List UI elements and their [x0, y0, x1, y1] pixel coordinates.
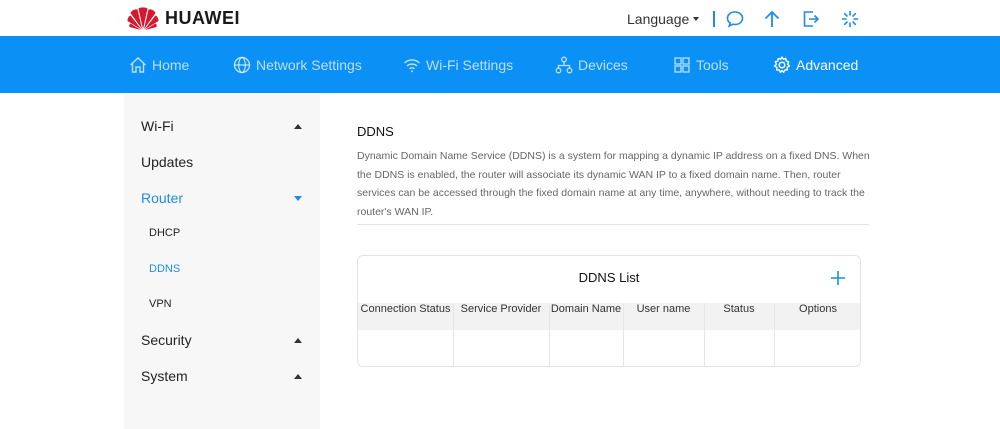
nav-tools-label: Tools: [696, 56, 729, 73]
add-ddns-button[interactable]: [830, 270, 846, 286]
chevron-up-icon[interactable]: [294, 124, 302, 129]
brand-name: HUAWEI: [165, 7, 240, 28]
loading-spinner-icon[interactable]: [840, 9, 860, 29]
column-options: Options: [799, 303, 837, 315]
sidebar-item-updates[interactable]: Updates: [141, 154, 193, 170]
top-bar: HUAWEI Language: [0, 0, 1000, 36]
column-divider: [453, 303, 454, 366]
sidebar-item-wifi[interactable]: Wi-Fi: [141, 118, 174, 134]
huawei-logo-icon: [127, 7, 159, 30]
gear-icon: [773, 55, 791, 73]
nav-wifi-settings-label: Wi-Fi Settings: [426, 56, 514, 73]
divider: [357, 224, 869, 225]
chevron-down-icon: [693, 17, 700, 21]
sidebar-item-security[interactable]: Security: [141, 332, 192, 348]
nav-advanced[interactable]: Advanced: [772, 36, 858, 93]
nav-tools[interactable]: Tools: [672, 36, 729, 93]
sidebar-subitem-dhcp[interactable]: DHCP: [149, 227, 180, 239]
column-divider: [549, 303, 550, 366]
language-label: Language: [627, 11, 690, 27]
nav-network-settings-label: Network Settings: [256, 56, 362, 73]
table-header: Connection Status Service Provider Domai…: [358, 303, 860, 330]
column-service-provider: Service Provider: [460, 303, 542, 315]
header-divider: [713, 11, 715, 27]
chevron-up-icon[interactable]: [294, 374, 302, 379]
column-status: Status: [723, 303, 755, 315]
sidebar-subitem-ddns[interactable]: DDNS: [149, 263, 180, 275]
sidebar-item-system[interactable]: System: [141, 368, 188, 384]
page-title: DDNS: [357, 124, 394, 139]
globe-icon: [233, 56, 251, 73]
tools-icon: [674, 56, 690, 73]
page-description: Dynamic Domain Name Service (DDNS) is a …: [357, 150, 870, 218]
column-user-name: User name: [636, 303, 691, 315]
sidebar: Wi-Fi Updates Router DHCP DDNS VPN Secur…: [124, 93, 320, 429]
nav-devices-label: Devices: [578, 56, 628, 73]
main-nav: Home Network Settings Wi-Fi Settings Dev…: [0, 36, 1000, 93]
sidebar-subitem-vpn[interactable]: VPN: [149, 298, 172, 310]
chat-bubble-icon[interactable]: [725, 9, 745, 29]
nav-home[interactable]: Home: [128, 36, 189, 93]
nav-network-settings[interactable]: Network Settings: [232, 36, 362, 93]
column-connection-status: Connection Status: [360, 303, 451, 315]
wifi-icon: [404, 58, 420, 72]
language-dropdown[interactable]: Language: [627, 11, 700, 27]
table-body-empty: [358, 330, 860, 366]
ddns-list-title: DDNS List: [578, 270, 640, 285]
chevron-up-icon[interactable]: [294, 338, 302, 343]
ddns-list-card: DDNS List Connection Status Service Prov…: [357, 255, 861, 367]
column-divider: [623, 303, 624, 366]
home-icon: [130, 56, 146, 73]
sidebar-item-router[interactable]: Router: [141, 190, 183, 206]
brand-logo[interactable]: HUAWEI: [127, 5, 240, 31]
logout-icon[interactable]: [801, 9, 821, 29]
column-divider: [704, 303, 705, 366]
nav-home-label: Home: [152, 56, 190, 73]
column-domain-name: Domain Name: [550, 303, 622, 315]
nav-advanced-label: Advanced: [796, 56, 859, 73]
nav-devices[interactable]: Devices: [554, 36, 628, 93]
arrow-up-icon[interactable]: [762, 9, 782, 29]
column-divider: [774, 303, 775, 366]
devices-icon: [555, 56, 573, 73]
chevron-down-icon[interactable]: [294, 196, 302, 201]
nav-wifi-settings[interactable]: Wi-Fi Settings: [402, 36, 513, 93]
